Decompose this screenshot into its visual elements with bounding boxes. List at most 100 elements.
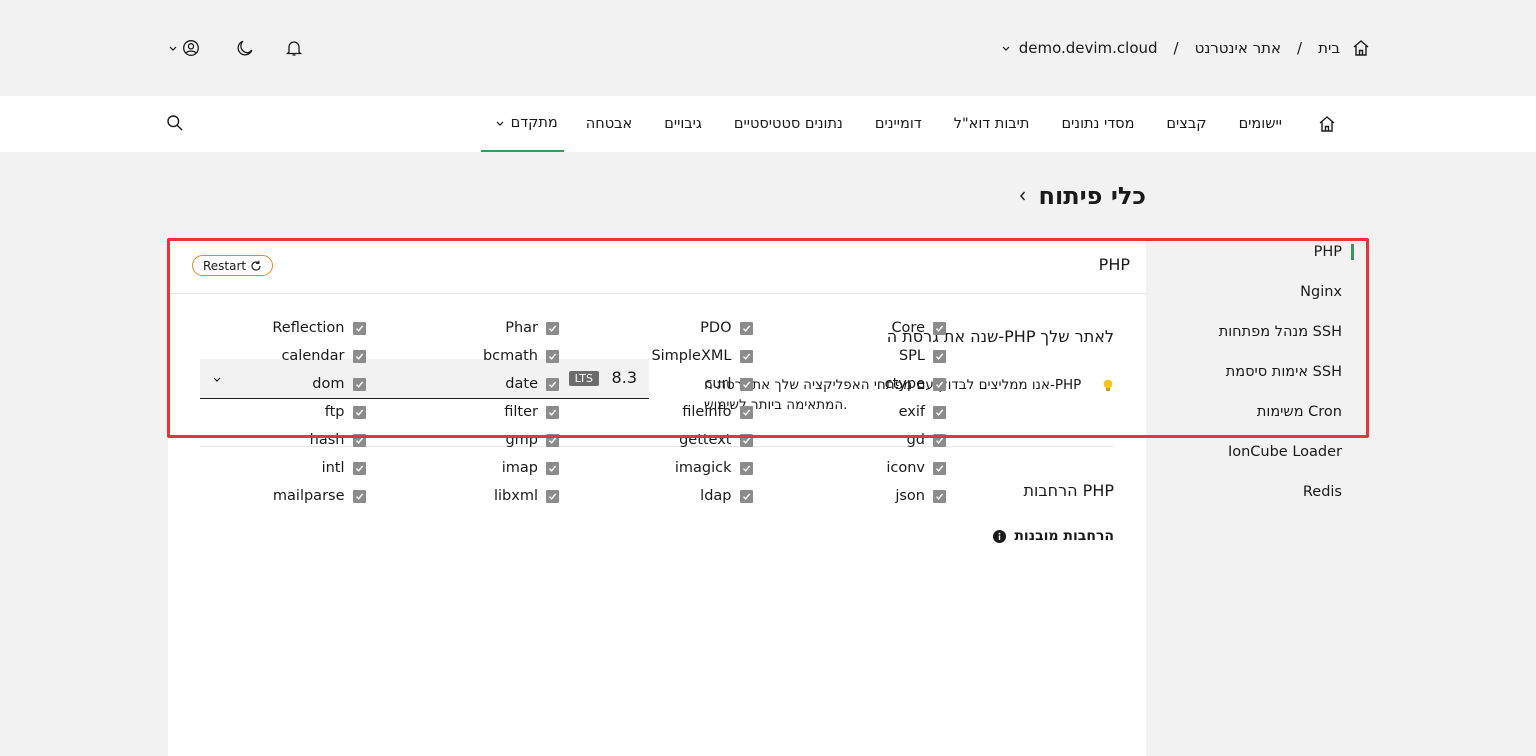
checkmark-icon <box>935 493 944 500</box>
extension-checkbox[interactable] <box>933 349 946 363</box>
dark-mode-toggle[interactable] <box>236 39 254 57</box>
checkmark-icon <box>742 409 750 416</box>
extension-checkbox[interactable] <box>352 377 366 391</box>
extension-checkbox[interactable] <box>739 321 753 335</box>
extension-label: calendar <box>281 348 345 364</box>
side-item-ioncube[interactable]: IonCube Loader <box>1228 444 1354 460</box>
side-item-cron[interactable]: משימות Cron <box>1257 404 1354 420</box>
nav-item-advanced[interactable]: מתקדם <box>480 96 564 152</box>
extension-label: exif <box>898 404 925 420</box>
extension-item: iconv <box>753 458 946 478</box>
side-item-php[interactable]: PHP <box>1314 244 1354 260</box>
side-item-ssh-keys[interactable]: מנהל מפתחות SSH <box>1219 324 1354 340</box>
info-icon[interactable] <box>993 529 1007 543</box>
extension-checkbox[interactable] <box>546 321 559 335</box>
nav-item-apps[interactable]: יישומים <box>1223 96 1298 152</box>
extension-checkbox[interactable] <box>546 349 559 363</box>
checkmark-icon <box>355 409 363 416</box>
extension-label: imap <box>501 460 538 476</box>
extension-checkbox[interactable] <box>352 461 366 475</box>
nav-item-security[interactable]: אבטחה <box>570 96 648 152</box>
nav-item-files[interactable]: קבצים <box>1150 96 1222 152</box>
side-item-redis[interactable]: Redis <box>1303 484 1354 500</box>
checkmark-icon <box>742 381 750 388</box>
top-actions <box>168 36 302 60</box>
extension-checkbox[interactable] <box>352 321 366 335</box>
extension-checkbox[interactable] <box>933 405 946 419</box>
checkmark-icon <box>935 381 944 388</box>
extension-label: bcmath <box>482 348 538 364</box>
extension-item: intl <box>172 458 366 478</box>
extension-item: hash <box>172 430 366 450</box>
extension-checkbox[interactable] <box>739 405 753 419</box>
extension-item: calendar <box>172 346 366 366</box>
extension-item: fileinfo <box>559 402 753 422</box>
bell-icon <box>286 39 302 57</box>
extension-checkbox[interactable] <box>546 405 559 419</box>
extension-checkbox[interactable] <box>352 433 366 447</box>
home-icon <box>1318 115 1336 133</box>
side-item-nginx[interactable]: Nginx <box>1300 284 1354 300</box>
breadcrumb-websites[interactable]: אתר אינטרנט <box>1195 39 1281 57</box>
extension-label: fileinfo <box>682 404 732 420</box>
back-button[interactable] <box>1018 190 1028 202</box>
nav-home[interactable] <box>1298 96 1346 152</box>
checkmark-icon <box>355 353 363 360</box>
extension-checkbox[interactable] <box>546 433 559 447</box>
extension-checkbox[interactable] <box>739 433 753 447</box>
checkmark-icon <box>355 381 363 388</box>
restart-button[interactable]: Restart <box>192 255 274 276</box>
extension-checkbox[interactable] <box>546 377 559 391</box>
user-menu-button[interactable] <box>168 39 200 57</box>
nav-item-databases[interactable]: מסדי נתונים <box>1045 96 1150 152</box>
checkmark-icon <box>742 465 750 472</box>
checkmark-icon <box>935 409 944 416</box>
nav-item-domains[interactable]: דומיינים <box>859 96 938 152</box>
nav-item-backups[interactable]: גיבויים <box>648 96 718 152</box>
extension-label: SPL <box>898 348 925 364</box>
checkmark-icon <box>935 437 944 444</box>
checkmark-icon <box>935 465 944 472</box>
extension-label: intl <box>321 460 345 476</box>
extension-checkbox[interactable] <box>739 349 753 363</box>
checkmark-icon <box>935 353 944 360</box>
side-item-ssh-password[interactable]: אימות סיסמת SSH <box>1226 364 1354 380</box>
extension-item: PDO <box>559 318 753 338</box>
search-button[interactable] <box>166 114 184 132</box>
extension-item: date <box>366 374 559 394</box>
extension-item: dom <box>172 374 366 394</box>
extension-checkbox[interactable] <box>352 405 366 419</box>
home-icon[interactable] <box>1352 39 1370 57</box>
extension-item: exif <box>753 402 946 422</box>
breadcrumb-separator: / <box>1173 39 1179 57</box>
extension-label: date <box>505 376 538 392</box>
extension-item: gd <box>753 430 946 450</box>
extension-checkbox[interactable] <box>739 377 753 391</box>
extension-label: dom <box>312 376 345 392</box>
site-selector[interactable]: demo.devim.cloud <box>1001 39 1158 57</box>
extension-item: ctype <box>753 374 946 394</box>
extension-checkbox[interactable] <box>352 349 366 363</box>
extension-checkbox[interactable] <box>739 461 753 475</box>
breadcrumb-home[interactable]: בית <box>1318 39 1340 57</box>
extension-label: json <box>895 488 925 504</box>
breadcrumb-separator: / <box>1297 39 1303 57</box>
checkmark-icon <box>742 353 750 360</box>
extensions-grid: Core PDO Phar Reflection SPL SimpleXML bcmath c… <box>172 318 946 506</box>
nav-item-email[interactable]: תיבות דוא"ל <box>938 96 1046 152</box>
extension-checkbox[interactable] <box>933 377 946 391</box>
extension-checkbox[interactable] <box>933 461 946 475</box>
extension-checkbox[interactable] <box>546 461 559 475</box>
extension-checkbox[interactable] <box>546 489 559 503</box>
extension-checkbox[interactable] <box>933 321 946 335</box>
moon-icon <box>236 39 254 57</box>
notifications-button[interactable] <box>286 39 302 57</box>
nav-item-label: מתקדם <box>510 115 558 131</box>
extension-checkbox[interactable] <box>352 489 366 503</box>
top-bar: בית / אתר אינטרנט / demo.devim.cloud <box>0 0 1536 96</box>
chevron-left-icon <box>1018 190 1028 202</box>
extension-checkbox[interactable] <box>933 489 946 503</box>
extension-checkbox[interactable] <box>933 433 946 447</box>
nav-item-statistics[interactable]: נתונים סטטיסטיים <box>718 96 859 152</box>
extension-checkbox[interactable] <box>739 489 753 503</box>
